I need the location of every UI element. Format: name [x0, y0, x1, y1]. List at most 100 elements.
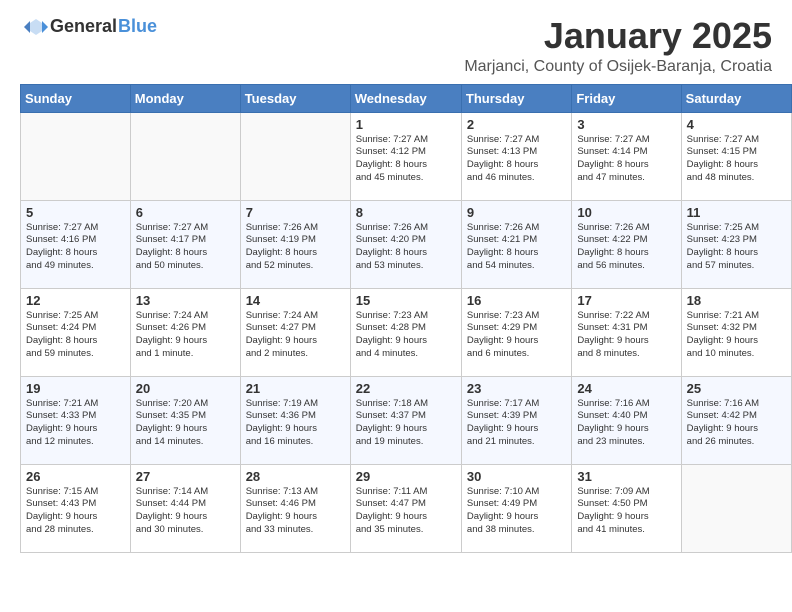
day-number: 6 [136, 205, 235, 220]
logo: General Blue [20, 16, 157, 37]
calendar-body: 1 Sunrise: 7:27 AM Sunset: 4:12 PM Daylig… [21, 112, 792, 552]
calendar-cell: 9Sunrise: 7:26 AM Sunset: 4:21 PM Daylig… [461, 200, 571, 288]
day-info: Sunrise: 7:26 AM Sunset: 4:19 PM Dayligh… [246, 222, 345, 273]
day-number: 14 [246, 293, 345, 308]
calendar-cell: 22Sunrise: 7:18 AM Sunset: 4:37 PM Dayli… [350, 376, 461, 464]
calendar-cell: 10 Sunrise: 7:26 AM Sunset: 4:22 PM Dayli… [572, 200, 681, 288]
day-number: 23 [467, 381, 566, 396]
calendar-cell [21, 112, 131, 200]
day-info: Sunrise: 7:09 AM Sunset: 4:50 PM Dayligh… [577, 486, 675, 537]
day-number: 8 [356, 205, 456, 220]
day-info: Sunrise: 7:17 AM Sunset: 4:39 PM Dayligh… [467, 398, 566, 449]
day-info: Sunrise: 7:23 AM Sunset: 4:29 PM Dayligh… [467, 310, 566, 361]
day-number: 16 [467, 293, 566, 308]
day-info: Sunrise: 7:21 AM Sunset: 4:32 PM Dayligh… [687, 310, 786, 361]
calendar-cell: 14 Sunrise: 7:24 AM Sunset: 4:27 PM Dayli… [240, 288, 350, 376]
day-info: Sunrise: 7:21 AM Sunset: 4:33 PM Dayligh… [26, 398, 125, 449]
calendar-table: SundayMondayTuesdayWednesdayThursdayFrid… [20, 84, 792, 553]
calendar-cell: 26 Sunrise: 7:15 AM Sunset: 4:43 PM Dayli… [21, 464, 131, 552]
calendar-cell: 15 Sunrise: 7:23 AM Sunset: 4:28 PM Dayli… [350, 288, 461, 376]
day-number: 19 [26, 381, 125, 396]
calendar-cell: 1 Sunrise: 7:27 AM Sunset: 4:12 PM Daylig… [350, 112, 461, 200]
weekday-header-saturday: Saturday [681, 84, 791, 112]
day-number: 18 [687, 293, 786, 308]
calendar-cell: 18 Sunrise: 7:21 AM Sunset: 4:32 PM Dayli… [681, 288, 791, 376]
weekday-header-friday: Friday [572, 84, 681, 112]
day-number: 21 [246, 381, 345, 396]
weekday-header-wednesday: Wednesday [350, 84, 461, 112]
calendar-cell: 30Sunrise: 7:10 AM Sunset: 4:49 PM Dayli… [461, 464, 571, 552]
calendar-cell: 24 Sunrise: 7:16 AM Sunset: 4:40 PM Dayli… [572, 376, 681, 464]
day-info: Sunrise: 7:27 AM Sunset: 4:13 PM Dayligh… [467, 134, 566, 185]
day-number: 24 [577, 381, 675, 396]
day-info: Sunrise: 7:25 AM Sunset: 4:23 PM Dayligh… [687, 222, 786, 273]
calendar-cell: 21Sunrise: 7:19 AM Sunset: 4:36 PM Dayli… [240, 376, 350, 464]
day-info: Sunrise: 7:27 AM Sunset: 4:15 PM Dayligh… [687, 134, 786, 185]
day-number: 4 [687, 117, 786, 132]
day-number: 22 [356, 381, 456, 396]
calendar-subtitle: Marjanci, County of Osijek-Baranja, Croa… [464, 58, 772, 76]
day-number: 15 [356, 293, 456, 308]
week-row-2: 5Sunrise: 7:27 AM Sunset: 4:16 PM Daylig… [21, 200, 792, 288]
week-row-1: 1 Sunrise: 7:27 AM Sunset: 4:12 PM Daylig… [21, 112, 792, 200]
calendar-cell: 11 Sunrise: 7:25 AM Sunset: 4:23 PM Dayli… [681, 200, 791, 288]
day-info: Sunrise: 7:26 AM Sunset: 4:22 PM Dayligh… [577, 222, 675, 273]
week-row-4: 19 Sunrise: 7:21 AM Sunset: 4:33 PM Dayli… [21, 376, 792, 464]
day-info: Sunrise: 7:15 AM Sunset: 4:43 PM Dayligh… [26, 486, 125, 537]
day-number: 7 [246, 205, 345, 220]
day-info: Sunrise: 7:27 AM Sunset: 4:12 PM Dayligh… [356, 134, 456, 185]
day-number: 26 [26, 469, 125, 484]
day-number: 10 [577, 205, 675, 220]
day-info: Sunrise: 7:26 AM Sunset: 4:20 PM Dayligh… [356, 222, 456, 273]
calendar-cell [130, 112, 240, 200]
day-number: 12 [26, 293, 125, 308]
day-number: 17 [577, 293, 675, 308]
day-info: Sunrise: 7:27 AM Sunset: 4:14 PM Dayligh… [577, 134, 675, 185]
day-number: 20 [136, 381, 235, 396]
weekday-header-thursday: Thursday [461, 84, 571, 112]
day-info: Sunrise: 7:25 AM Sunset: 4:24 PM Dayligh… [26, 310, 125, 361]
day-info: Sunrise: 7:13 AM Sunset: 4:46 PM Dayligh… [246, 486, 345, 537]
day-info: Sunrise: 7:16 AM Sunset: 4:40 PM Dayligh… [577, 398, 675, 449]
calendar-cell: 19 Sunrise: 7:21 AM Sunset: 4:33 PM Dayli… [21, 376, 131, 464]
week-row-3: 12 Sunrise: 7:25 AM Sunset: 4:24 PM Dayli… [21, 288, 792, 376]
weekday-header-monday: Monday [130, 84, 240, 112]
day-info: Sunrise: 7:26 AM Sunset: 4:21 PM Dayligh… [467, 222, 566, 273]
calendar-title: January 2025 [464, 16, 772, 56]
calendar-cell: 25Sunrise: 7:16 AM Sunset: 4:42 PM Dayli… [681, 376, 791, 464]
day-number: 25 [687, 381, 786, 396]
day-info: Sunrise: 7:11 AM Sunset: 4:47 PM Dayligh… [356, 486, 456, 537]
calendar-cell: 6 Sunrise: 7:27 AM Sunset: 4:17 PM Daylig… [130, 200, 240, 288]
day-info: Sunrise: 7:22 AM Sunset: 4:31 PM Dayligh… [577, 310, 675, 361]
calendar-cell [681, 464, 791, 552]
day-info: Sunrise: 7:23 AM Sunset: 4:28 PM Dayligh… [356, 310, 456, 361]
calendar-cell: 20 Sunrise: 7:20 AM Sunset: 4:35 PM Dayli… [130, 376, 240, 464]
day-number: 1 [356, 117, 456, 132]
day-number: 11 [687, 205, 786, 220]
logo-general-text: General [50, 16, 117, 37]
calendar-cell: 3 Sunrise: 7:27 AM Sunset: 4:14 PM Daylig… [572, 112, 681, 200]
calendar-cell: 4 Sunrise: 7:27 AM Sunset: 4:15 PM Daylig… [681, 112, 791, 200]
calendar-cell: 23 Sunrise: 7:17 AM Sunset: 4:39 PM Dayli… [461, 376, 571, 464]
day-number: 3 [577, 117, 675, 132]
calendar-cell: 29Sunrise: 7:11 AM Sunset: 4:47 PM Dayli… [350, 464, 461, 552]
day-number: 5 [26, 205, 125, 220]
calendar-wrapper: SundayMondayTuesdayWednesdayThursdayFrid… [0, 84, 792, 563]
day-info: Sunrise: 7:24 AM Sunset: 4:26 PM Dayligh… [136, 310, 235, 361]
calendar-cell: 31Sunrise: 7:09 AM Sunset: 4:50 PM Dayli… [572, 464, 681, 552]
weekday-header-row: SundayMondayTuesdayWednesdayThursdayFrid… [21, 84, 792, 112]
day-number: 27 [136, 469, 235, 484]
day-info: Sunrise: 7:24 AM Sunset: 4:27 PM Dayligh… [246, 310, 345, 361]
calendar-cell: 13Sunrise: 7:24 AM Sunset: 4:26 PM Dayli… [130, 288, 240, 376]
logo-blue-text: Blue [118, 16, 157, 37]
day-info: Sunrise: 7:14 AM Sunset: 4:44 PM Dayligh… [136, 486, 235, 537]
calendar-cell: 27 Sunrise: 7:14 AM Sunset: 4:44 PM Dayli… [130, 464, 240, 552]
day-info: Sunrise: 7:20 AM Sunset: 4:35 PM Dayligh… [136, 398, 235, 449]
calendar-header: SundayMondayTuesdayWednesdayThursdayFrid… [21, 84, 792, 112]
day-info: Sunrise: 7:27 AM Sunset: 4:17 PM Dayligh… [136, 222, 235, 273]
calendar-cell: 8 Sunrise: 7:26 AM Sunset: 4:20 PM Daylig… [350, 200, 461, 288]
calendar-cell: 16 Sunrise: 7:23 AM Sunset: 4:29 PM Dayli… [461, 288, 571, 376]
calendar-cell: 2Sunrise: 7:27 AM Sunset: 4:13 PM Daylig… [461, 112, 571, 200]
calendar-cell: 5Sunrise: 7:27 AM Sunset: 4:16 PM Daylig… [21, 200, 131, 288]
title-block: January 2025 Marjanci, County of Osijek-… [464, 16, 772, 76]
